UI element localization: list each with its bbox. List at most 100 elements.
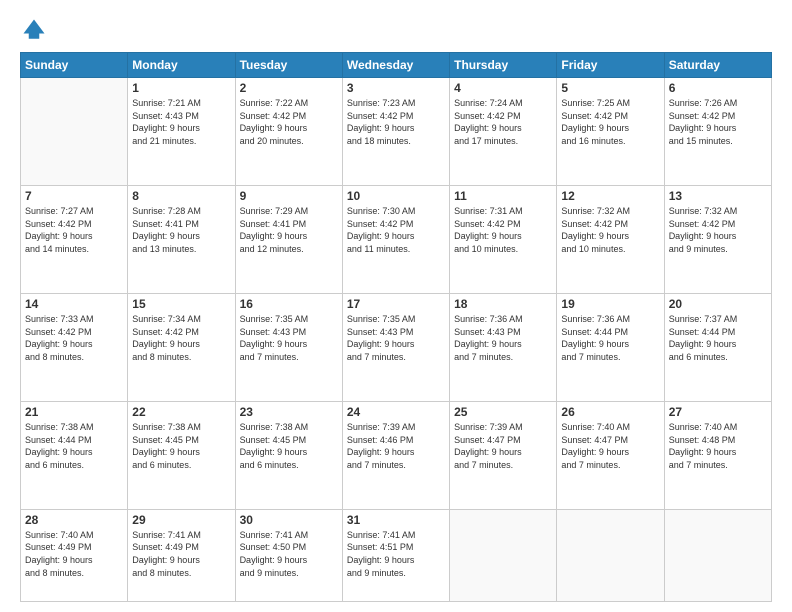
header (20, 16, 772, 44)
calendar-day-cell: 3 Sunrise: 7:23 AM Sunset: 4:42 PM Daylig… (342, 78, 449, 186)
weekday-header-row: SundayMondayTuesdayWednesdayThursdayFrid… (21, 53, 772, 78)
calendar-day-cell: 16 Sunrise: 7:35 AM Sunset: 4:43 PM Dayli… (235, 293, 342, 401)
calendar-week-row: 14 Sunrise: 7:33 AM Sunset: 4:42 PM Dayli… (21, 293, 772, 401)
calendar-day-cell: 24 Sunrise: 7:39 AM Sunset: 4:46 PM Dayli… (342, 401, 449, 509)
day-number: 23 (240, 405, 338, 419)
day-info: Sunrise: 7:27 AM Sunset: 4:42 PM Dayligh… (25, 205, 123, 255)
calendar-day-cell: 20 Sunrise: 7:37 AM Sunset: 4:44 PM Dayli… (664, 293, 771, 401)
day-info: Sunrise: 7:37 AM Sunset: 4:44 PM Dayligh… (669, 313, 767, 363)
calendar-day-cell: 23 Sunrise: 7:38 AM Sunset: 4:45 PM Dayli… (235, 401, 342, 509)
day-info: Sunrise: 7:40 AM Sunset: 4:48 PM Dayligh… (669, 421, 767, 471)
day-number: 28 (25, 513, 123, 527)
day-number: 9 (240, 189, 338, 203)
day-info: Sunrise: 7:39 AM Sunset: 4:47 PM Dayligh… (454, 421, 552, 471)
calendar-day-cell: 28 Sunrise: 7:40 AM Sunset: 4:49 PM Dayli… (21, 509, 128, 601)
calendar-week-row: 1Sunrise: 7:21 AM Sunset: 4:43 PM Daylig… (21, 78, 772, 186)
calendar-day-cell: 25 Sunrise: 7:39 AM Sunset: 4:47 PM Dayli… (450, 401, 557, 509)
calendar-day-cell: 4 Sunrise: 7:24 AM Sunset: 4:42 PM Daylig… (450, 78, 557, 186)
calendar-day-cell: 19 Sunrise: 7:36 AM Sunset: 4:44 PM Dayli… (557, 293, 664, 401)
day-info: Sunrise: 7:28 AM Sunset: 4:41 PM Dayligh… (132, 205, 230, 255)
calendar-day-cell (664, 509, 771, 601)
calendar-week-row: 21 Sunrise: 7:38 AM Sunset: 4:44 PM Dayli… (21, 401, 772, 509)
weekday-header-wednesday: Wednesday (342, 53, 449, 78)
calendar-day-cell (557, 509, 664, 601)
calendar-day-cell: 12 Sunrise: 7:32 AM Sunset: 4:42 PM Dayli… (557, 185, 664, 293)
day-info: Sunrise: 7:38 AM Sunset: 4:44 PM Dayligh… (25, 421, 123, 471)
day-info: Sunrise: 7:26 AM Sunset: 4:42 PM Dayligh… (669, 97, 767, 147)
day-info: Sunrise: 7:39 AM Sunset: 4:46 PM Dayligh… (347, 421, 445, 471)
weekday-header-thursday: Thursday (450, 53, 557, 78)
calendar-day-cell (450, 509, 557, 601)
day-info: Sunrise: 7:23 AM Sunset: 4:42 PM Dayligh… (347, 97, 445, 147)
calendar-day-cell: 15 Sunrise: 7:34 AM Sunset: 4:42 PM Dayli… (128, 293, 235, 401)
day-info: Sunrise: 7:22 AM Sunset: 4:42 PM Dayligh… (240, 97, 338, 147)
day-number: 15 (132, 297, 230, 311)
calendar-day-cell: 1Sunrise: 7:21 AM Sunset: 4:43 PM Daylig… (128, 78, 235, 186)
day-number: 3 (347, 81, 445, 95)
day-number: 26 (561, 405, 659, 419)
day-info: Sunrise: 7:36 AM Sunset: 4:44 PM Dayligh… (561, 313, 659, 363)
day-info: Sunrise: 7:38 AM Sunset: 4:45 PM Dayligh… (132, 421, 230, 471)
day-number: 6 (669, 81, 767, 95)
calendar-day-cell: 2 Sunrise: 7:22 AM Sunset: 4:42 PM Daylig… (235, 78, 342, 186)
day-info: Sunrise: 7:38 AM Sunset: 4:45 PM Dayligh… (240, 421, 338, 471)
calendar-day-cell: 10 Sunrise: 7:30 AM Sunset: 4:42 PM Dayli… (342, 185, 449, 293)
day-info: Sunrise: 7:32 AM Sunset: 4:42 PM Dayligh… (561, 205, 659, 255)
day-number: 5 (561, 81, 659, 95)
day-info: Sunrise: 7:33 AM Sunset: 4:42 PM Dayligh… (25, 313, 123, 363)
weekday-header-tuesday: Tuesday (235, 53, 342, 78)
day-number: 24 (347, 405, 445, 419)
calendar-table: SundayMondayTuesdayWednesdayThursdayFrid… (20, 52, 772, 602)
day-number: 20 (669, 297, 767, 311)
day-number: 27 (669, 405, 767, 419)
day-info: Sunrise: 7:35 AM Sunset: 4:43 PM Dayligh… (240, 313, 338, 363)
day-number: 18 (454, 297, 552, 311)
logo-icon (20, 16, 48, 44)
calendar-day-cell: 5Sunrise: 7:25 AM Sunset: 4:42 PM Daylig… (557, 78, 664, 186)
day-number: 21 (25, 405, 123, 419)
day-info: Sunrise: 7:40 AM Sunset: 4:47 PM Dayligh… (561, 421, 659, 471)
day-number: 4 (454, 81, 552, 95)
calendar-day-cell: 21 Sunrise: 7:38 AM Sunset: 4:44 PM Dayli… (21, 401, 128, 509)
day-number: 1 (132, 81, 230, 95)
weekday-header-sunday: Sunday (21, 53, 128, 78)
weekday-header-monday: Monday (128, 53, 235, 78)
page: SundayMondayTuesdayWednesdayThursdayFrid… (0, 0, 792, 612)
calendar-day-cell: 6 Sunrise: 7:26 AM Sunset: 4:42 PM Daylig… (664, 78, 771, 186)
calendar-day-cell: 9 Sunrise: 7:29 AM Sunset: 4:41 PM Daylig… (235, 185, 342, 293)
calendar-day-cell: 31Sunrise: 7:41 AM Sunset: 4:51 PM Dayli… (342, 509, 449, 601)
day-number: 22 (132, 405, 230, 419)
day-number: 17 (347, 297, 445, 311)
day-number: 2 (240, 81, 338, 95)
calendar-day-cell (21, 78, 128, 186)
day-number: 11 (454, 189, 552, 203)
day-info: Sunrise: 7:40 AM Sunset: 4:49 PM Dayligh… (25, 529, 123, 579)
calendar-day-cell: 29Sunrise: 7:41 AM Sunset: 4:49 PM Dayli… (128, 509, 235, 601)
calendar-day-cell: 14 Sunrise: 7:33 AM Sunset: 4:42 PM Dayli… (21, 293, 128, 401)
day-info: Sunrise: 7:32 AM Sunset: 4:42 PM Dayligh… (669, 205, 767, 255)
calendar-day-cell: 18Sunrise: 7:36 AM Sunset: 4:43 PM Dayli… (450, 293, 557, 401)
logo (20, 16, 50, 44)
day-number: 16 (240, 297, 338, 311)
day-info: Sunrise: 7:31 AM Sunset: 4:42 PM Dayligh… (454, 205, 552, 255)
calendar-day-cell: 17Sunrise: 7:35 AM Sunset: 4:43 PM Dayli… (342, 293, 449, 401)
calendar-day-cell: 11 Sunrise: 7:31 AM Sunset: 4:42 PM Dayli… (450, 185, 557, 293)
day-number: 19 (561, 297, 659, 311)
day-info: Sunrise: 7:24 AM Sunset: 4:42 PM Dayligh… (454, 97, 552, 147)
day-number: 10 (347, 189, 445, 203)
day-number: 29 (132, 513, 230, 527)
day-number: 14 (25, 297, 123, 311)
day-info: Sunrise: 7:29 AM Sunset: 4:41 PM Dayligh… (240, 205, 338, 255)
calendar-day-cell: 27 Sunrise: 7:40 AM Sunset: 4:48 PM Dayli… (664, 401, 771, 509)
weekday-header-saturday: Saturday (664, 53, 771, 78)
day-number: 13 (669, 189, 767, 203)
day-number: 12 (561, 189, 659, 203)
calendar-week-row: 28 Sunrise: 7:40 AM Sunset: 4:49 PM Dayli… (21, 509, 772, 601)
day-info: Sunrise: 7:30 AM Sunset: 4:42 PM Dayligh… (347, 205, 445, 255)
day-info: Sunrise: 7:34 AM Sunset: 4:42 PM Dayligh… (132, 313, 230, 363)
calendar-day-cell: 7Sunrise: 7:27 AM Sunset: 4:42 PM Daylig… (21, 185, 128, 293)
calendar-week-row: 7Sunrise: 7:27 AM Sunset: 4:42 PM Daylig… (21, 185, 772, 293)
day-number: 8 (132, 189, 230, 203)
day-number: 31 (347, 513, 445, 527)
day-number: 25 (454, 405, 552, 419)
